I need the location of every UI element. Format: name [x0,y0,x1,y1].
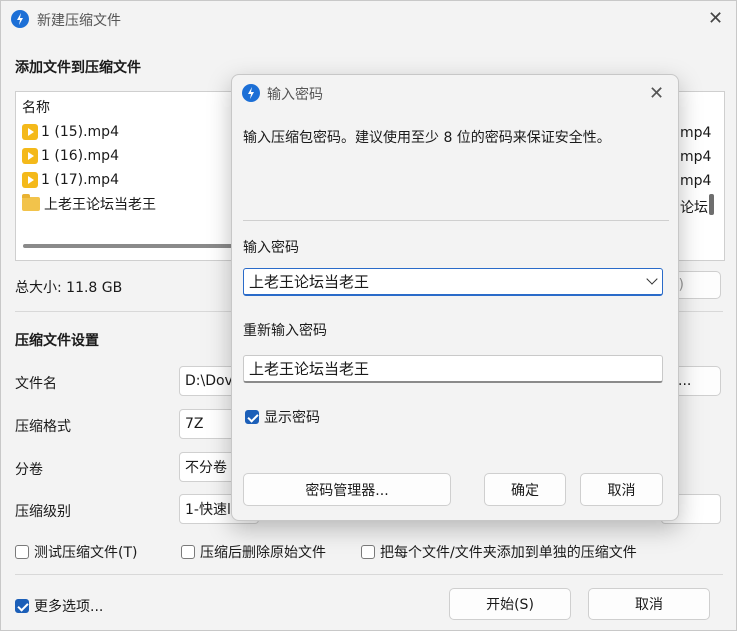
chevron-down-icon[interactable] [646,273,658,285]
show-password-checkbox[interactable] [245,410,259,424]
reenter-label: 重新输入密码 [243,323,327,339]
total-size: 总大小: 11.8 GB [15,280,123,296]
password-manager-button[interactable]: 密码管理器... [243,473,451,506]
show-password-option[interactable]: 显示密码 [245,407,320,427]
reenter-password-input[interactable]: 上老王论坛当老王 [243,355,663,383]
dialog-cancel-button[interactable]: 取消 [580,473,663,506]
password-dialog: 输入密码 ✕ 输入压缩包密码。建议使用至少 8 位的密码来保证安全性。 输入密码… [231,74,679,521]
folder-icon [22,194,40,211]
password-input[interactable]: 上老王论坛当老王 [243,268,663,296]
cancel-button[interactable]: 取消 [588,588,710,620]
delete-after-label: 压缩后删除原始文件 [200,545,326,561]
file-name: 上老王论坛当老王 [44,197,156,213]
delete-after-checkbox[interactable] [181,545,195,559]
dialog-description: 输入压缩包密码。建议使用至少 8 位的密码来保证安全性。 [243,130,611,146]
video-file-icon [22,148,38,164]
more-options-label: 更多选项... [34,599,104,615]
settings-heading: 压缩文件设置 [15,333,99,349]
start-button[interactable]: 开始(S) [449,588,571,620]
close-icon[interactable]: ✕ [708,10,723,28]
show-password-label: 显示密码 [264,410,320,426]
divider [15,574,723,575]
password-value: 上老王论坛当老王 [249,273,370,291]
list-item[interactable]: 1 (15).mp4 [22,121,119,143]
file-name: 1 (15).mp4 [41,124,119,140]
horizontal-scrollbar[interactable] [23,244,243,248]
each-separate-label: 把每个文件/文件夹添加到单独的压缩文件 [380,545,637,561]
dialog-close-icon[interactable]: ✕ [649,85,664,103]
file-type-cell: mp4 [680,125,712,141]
file-type-cell: 论坛 [680,200,708,216]
each-separate-checkbox[interactable] [361,545,375,559]
list-item[interactable]: 上老王论坛当老王 [22,193,156,215]
each-separate-option[interactable]: 把每个文件/文件夹添加到单独的压缩文件 [361,542,637,562]
ok-button[interactable]: 确定 [484,473,566,506]
more-options-checkbox[interactable] [15,599,29,613]
window-title: 新建压缩文件 [37,13,121,29]
dialog-title: 输入密码 [267,87,323,103]
password-label: 输入密码 [243,240,299,256]
test-archive-option[interactable]: 测试压缩文件(T) [15,542,137,562]
video-file-icon [22,172,38,188]
add-section-heading: 添加文件到压缩文件 [15,60,141,76]
video-file-icon [22,124,38,140]
app-logo-icon [11,10,29,28]
file-type-cell: mp4 [680,149,712,165]
list-item[interactable]: 1 (16).mp4 [22,145,119,167]
filename-label: 文件名 [15,376,57,392]
file-type-cell: mp4 [680,173,712,189]
dialog-divider [243,220,669,221]
level-label: 压缩级别 [15,504,71,520]
split-label: 分卷 [15,462,43,478]
title-bar: 新建压缩文件 ✕ [1,1,736,37]
test-archive-label: 测试压缩文件(T) [34,545,138,561]
list-item[interactable]: 1 (17).mp4 [22,169,119,191]
test-archive-checkbox[interactable] [15,545,29,559]
app-logo-icon [242,84,260,102]
format-label: 压缩格式 [15,419,71,435]
column-header-name[interactable]: 名称 [22,96,50,118]
file-name: 1 (17).mp4 [41,172,119,188]
vertical-scrollbar[interactable] [709,194,714,215]
more-options-toggle[interactable]: 更多选项... [15,596,103,616]
delete-after-option[interactable]: 压缩后删除原始文件 [181,542,326,562]
file-name: 1 (16).mp4 [41,148,119,164]
